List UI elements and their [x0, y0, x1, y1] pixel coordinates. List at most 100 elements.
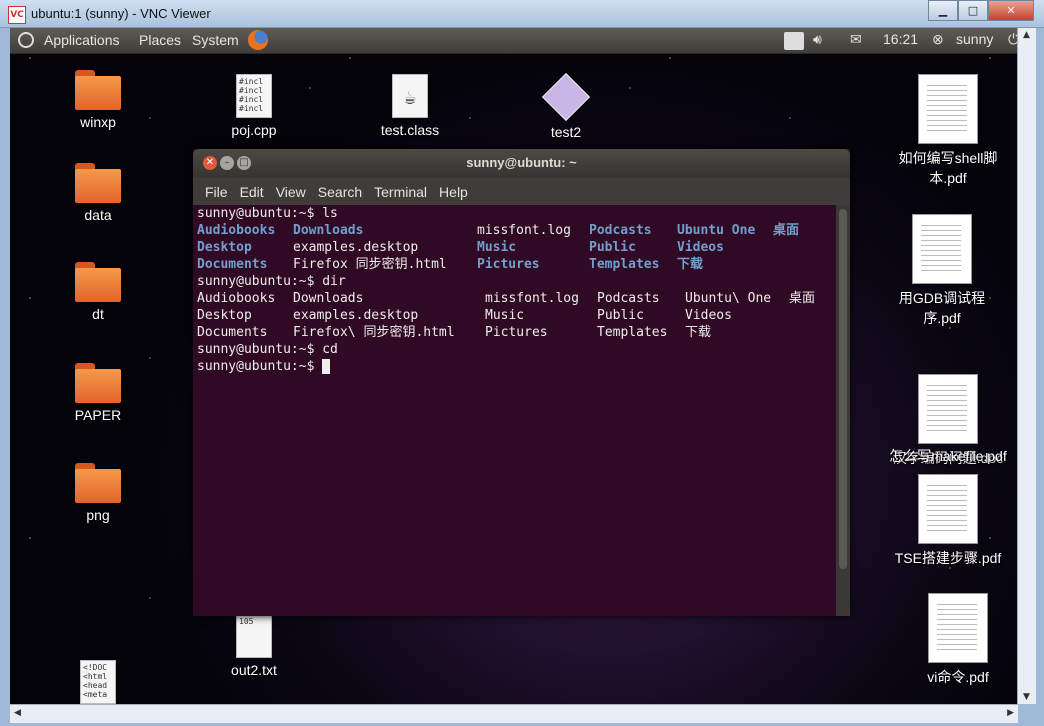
- command: dir: [322, 274, 346, 289]
- scroll-up-icon[interactable]: ▲: [1023, 30, 1030, 40]
- dir-entry: Templates: [597, 325, 668, 340]
- ls-entry: 桌面: [773, 223, 800, 238]
- ls-entry: missfont.log: [477, 223, 571, 238]
- icon-label: winxp: [80, 114, 116, 130]
- mail-icon[interactable]: ✉: [850, 31, 862, 48]
- maximize-button[interactable]: □: [958, 0, 988, 21]
- icon-label: png: [86, 507, 110, 523]
- desktop-document[interactable]: 用GDB调试程序.pdf: [872, 214, 1012, 328]
- terminal-line: Desktop examples.desktop Music Public Vi…: [195, 307, 834, 324]
- vertical-scrollbar[interactable]: ▲ ▼: [1017, 28, 1036, 704]
- prompt: sunny@ubuntu:~$: [197, 206, 323, 221]
- desktop-file[interactable]: test2: [511, 72, 621, 140]
- terminal-line: Documents Firefox\ 同步密钥.html Pictures Te…: [195, 324, 834, 341]
- menu-file[interactable]: File: [199, 178, 234, 205]
- dir-entry: Audiobooks: [197, 291, 276, 306]
- java-class-icon: ☕: [392, 74, 428, 118]
- terminal-menubar: File Edit View Search Terminal Help: [193, 178, 850, 205]
- icon-label: TSE搭建步骤.pdf: [894, 550, 1002, 566]
- clock[interactable]: 16:21: [883, 31, 918, 47]
- dir-entry: Firefox\ 同步密钥.html: [293, 325, 455, 340]
- desktop-file[interactable]: <!DOC <html <head <meta: [43, 660, 153, 704]
- terminal-scrollbar[interactable]: [836, 205, 850, 616]
- menu-applications[interactable]: Applications: [44, 32, 120, 48]
- scroll-down-icon[interactable]: ▼: [1023, 692, 1030, 702]
- ls-entry: Podcasts: [589, 223, 652, 238]
- dir-entry: Videos: [685, 308, 732, 323]
- window-title: ubuntu:1 (sunny) - VNC Viewer: [31, 6, 211, 21]
- menu-places[interactable]: Places: [139, 32, 181, 48]
- desktop-document[interactable]: 如何编写shell脚本.pdf: [878, 74, 1018, 188]
- icon-label: data: [84, 207, 112, 223]
- scroll-right-icon[interactable]: ▶: [1007, 708, 1014, 718]
- dir-entry: Desktop: [197, 308, 252, 323]
- scroll-left-icon[interactable]: ◀: [14, 708, 21, 718]
- ls-entry: Pictures: [477, 257, 540, 272]
- icon-label: dt: [92, 306, 104, 322]
- menu-view[interactable]: View: [270, 178, 312, 205]
- folder-icon: [75, 262, 121, 302]
- dir-entry: Public: [597, 308, 644, 323]
- desktop-document[interactable]: vi命令.pdf: [898, 593, 1018, 687]
- desktop-folder[interactable]: png: [43, 463, 153, 523]
- dir-entry: Pictures: [485, 325, 548, 340]
- desktop-file[interactable]: #incl #incl #incl #incl poj.cpp: [199, 74, 309, 138]
- folder-icon: [75, 163, 121, 203]
- menu-terminal[interactable]: Terminal: [368, 178, 433, 205]
- horizontal-scrollbar[interactable]: ◀ ▶: [10, 704, 1018, 723]
- pdf-thumbnail-icon: [918, 474, 978, 544]
- user-status-icon[interactable]: ⊗: [932, 31, 944, 48]
- terminal-line: sunny@ubuntu:~$: [195, 358, 834, 375]
- terminal-line: sunny@ubuntu:~$ ls: [195, 205, 834, 222]
- desktop-document[interactable]: 怎么写makefile.pdf: [878, 444, 1018, 466]
- menu-help[interactable]: Help: [433, 178, 474, 205]
- icon-label: 怎么写makefile.pdf: [889, 448, 1007, 464]
- user-menu[interactable]: sunny: [956, 31, 993, 47]
- vnc-titlebar[interactable]: VC ubuntu:1 (sunny) - VNC Viewer ▁ □ ✕: [0, 0, 1044, 28]
- firefox-icon[interactable]: [248, 30, 268, 50]
- desktop-file[interactable]: 105 out2.txt: [199, 614, 309, 678]
- close-button[interactable]: ✕: [988, 0, 1034, 21]
- dir-entry: Music: [485, 308, 525, 323]
- pdf-thumbnail-icon: [912, 214, 972, 284]
- icon-label: poj.cpp: [231, 122, 277, 138]
- ls-entry: Downloads: [293, 223, 364, 238]
- terminal-titlebar[interactable]: ✕ – □ sunny@ubuntu: ~: [193, 149, 850, 178]
- terminal-window[interactable]: ✕ – □ sunny@ubuntu: ~ File Edit View Sea…: [193, 149, 850, 616]
- menu-system[interactable]: System: [192, 32, 239, 48]
- prompt: sunny@ubuntu:~$: [197, 342, 323, 357]
- terminal-title: sunny@ubuntu: ~: [466, 155, 577, 170]
- ls-entry: Documents: [197, 257, 268, 272]
- desktop-folder[interactable]: dt: [43, 262, 153, 322]
- executable-icon: [541, 72, 591, 122]
- source-file-icon: #incl #incl #incl #incl: [236, 74, 272, 118]
- desktop-folder[interactable]: data: [43, 163, 153, 223]
- menu-edit[interactable]: Edit: [234, 178, 270, 205]
- desktop-file[interactable]: ☕ test.class: [355, 74, 465, 138]
- keyboard-icon[interactable]: [784, 32, 804, 50]
- html-file-icon: <!DOC <html <head <meta: [80, 660, 116, 704]
- ls-entry: 下载: [677, 257, 704, 272]
- desktop-folder[interactable]: winxp: [43, 70, 153, 130]
- icon-label: PAPER: [74, 407, 122, 423]
- remote-desktop[interactable]: Applications Places System 🔊︎ ✉ 16:21 ⊗ …: [10, 28, 1018, 704]
- desktop-folder[interactable]: PAPER: [43, 363, 153, 423]
- folder-icon: [75, 363, 121, 403]
- top-panel: Applications Places System 🔊︎ ✉ 16:21 ⊗ …: [10, 28, 1018, 54]
- ubuntu-logo-icon[interactable]: [18, 32, 34, 48]
- menu-search[interactable]: Search: [312, 178, 368, 205]
- desktop-document[interactable]: TSE搭建步骤.pdf: [878, 474, 1018, 568]
- folder-icon: [75, 463, 121, 503]
- pdf-thumbnail-icon: [918, 74, 978, 144]
- command: ls: [322, 206, 338, 221]
- ls-entry: Ubuntu One: [677, 223, 756, 238]
- icon-label: vi命令.pdf: [927, 669, 989, 685]
- ls-entry: Music: [477, 240, 517, 255]
- volume-icon[interactable]: 🔊︎: [813, 31, 822, 48]
- command: cd: [322, 342, 338, 357]
- dir-entry: Documents: [197, 325, 268, 340]
- minimize-button[interactable]: ▁: [928, 0, 958, 21]
- ls-entry: Desktop: [197, 240, 252, 255]
- dir-entry: 下载: [685, 325, 712, 340]
- terminal-output[interactable]: sunny@ubuntu:~$ ls Audiobooks Downloads …: [193, 205, 836, 616]
